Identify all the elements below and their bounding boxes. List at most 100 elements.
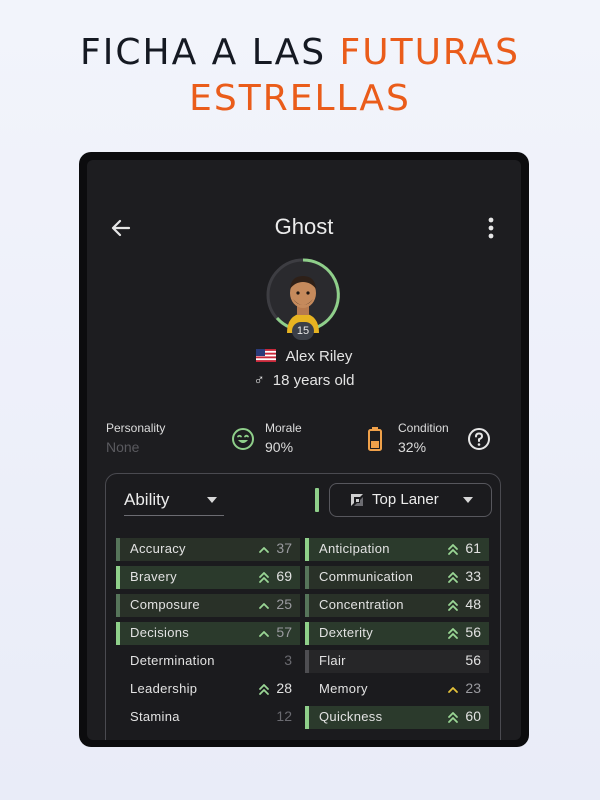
attribute-highlight-bar bbox=[116, 706, 120, 729]
us-flag-icon bbox=[255, 349, 276, 362]
avatar[interactable]: 15 bbox=[265, 257, 341, 340]
headline-text: FICHA A LAS bbox=[80, 32, 340, 73]
attribute-name: Decisions bbox=[130, 625, 190, 640]
player-age-row: ♂ 18 years old bbox=[87, 372, 521, 389]
attribute-row[interactable]: Anticipation 61 bbox=[305, 538, 489, 561]
attribute-name: Concentration bbox=[319, 597, 404, 612]
ability-dropdown[interactable]: Ability bbox=[124, 488, 224, 516]
attribute-value: 56 bbox=[465, 624, 481, 640]
attribute-name: Determination bbox=[130, 653, 215, 668]
role-dropdown[interactable]: Top Laner bbox=[329, 483, 492, 517]
help-circle-icon[interactable] bbox=[467, 427, 491, 451]
attribute-name: Memory bbox=[319, 681, 368, 696]
attribute-highlight-bar bbox=[305, 622, 309, 645]
attribute-highlight-bar bbox=[305, 538, 309, 561]
attribute-value: 33 bbox=[465, 568, 481, 584]
chevron-up-icon bbox=[259, 547, 269, 553]
headline-line-1: FICHA A LAS FUTURAS bbox=[0, 30, 600, 76]
attribute-row[interactable]: Dexterity 56 bbox=[305, 622, 489, 645]
condition-label: Condition bbox=[398, 421, 449, 435]
more-vert-icon[interactable] bbox=[481, 214, 501, 242]
double-chevron-up-icon bbox=[448, 600, 458, 611]
male-icon: ♂ bbox=[253, 372, 265, 389]
smile-icon bbox=[232, 428, 254, 450]
double-chevron-up-icon bbox=[259, 572, 269, 583]
attribute-name: Flair bbox=[319, 653, 346, 668]
attribute-value: 56 bbox=[465, 652, 481, 668]
attribute-value: 3 bbox=[284, 652, 292, 668]
attribute-row[interactable]: Composure 25 bbox=[116, 594, 300, 617]
player-name: Alex Riley bbox=[285, 348, 353, 365]
chevron-up-icon bbox=[259, 603, 269, 609]
attribute-highlight-bar bbox=[305, 706, 309, 729]
page-title: Ghost bbox=[274, 214, 334, 239]
level-badge: 15 bbox=[292, 322, 314, 340]
attribute-row[interactable]: Accuracy 37 bbox=[116, 538, 300, 561]
personality-label: Personality bbox=[106, 421, 166, 435]
attribute-value: 23 bbox=[465, 680, 481, 696]
attribute-name: Anticipation bbox=[319, 541, 390, 556]
attribute-highlight-bar bbox=[305, 650, 309, 673]
role-indicator bbox=[315, 488, 319, 512]
tablet-frame: Ghost 15 Alex Riley ♂ 18 years old Perso… bbox=[79, 152, 529, 747]
attribute-highlight-bar bbox=[305, 566, 309, 589]
attribute-highlight-bar bbox=[116, 594, 120, 617]
headline-accent: FUTURAS bbox=[339, 32, 520, 73]
promo-headline: FICHA A LAS FUTURAS ESTRELLAS bbox=[0, 30, 600, 122]
attribute-row[interactable]: Flair 56 bbox=[305, 650, 489, 673]
double-chevron-up-icon bbox=[448, 712, 458, 723]
attribute-name: Quickness bbox=[319, 709, 383, 724]
attribute-row[interactable]: Determination 3 bbox=[116, 650, 300, 673]
player-name-row: Alex Riley bbox=[87, 348, 521, 365]
attribute-name: Stamina bbox=[130, 709, 180, 724]
attribute-name: Communication bbox=[319, 569, 414, 584]
caret-down-icon bbox=[463, 497, 473, 503]
attribute-row[interactable]: Memory 23 bbox=[305, 678, 489, 701]
app-screen: Ghost 15 Alex Riley ♂ 18 years old Perso… bbox=[87, 160, 521, 740]
attribute-highlight-bar bbox=[116, 538, 120, 561]
top-lane-icon bbox=[351, 494, 363, 506]
attribute-highlight-bar bbox=[116, 678, 120, 701]
attribute-row[interactable]: Stamina 12 bbox=[116, 706, 300, 729]
attribute-value: 48 bbox=[465, 596, 481, 612]
attributes-panel: Ability Top Laner Accuracy 37 Bravery 69 Com… bbox=[105, 473, 501, 740]
attribute-name: Accuracy bbox=[130, 541, 186, 556]
ability-dropdown-label: Ability bbox=[124, 490, 170, 509]
player-age: 18 years old bbox=[272, 372, 355, 389]
personality-value: None bbox=[106, 439, 140, 455]
double-chevron-up-icon bbox=[448, 572, 458, 583]
attribute-row[interactable]: Decisions 57 bbox=[116, 622, 300, 645]
attribute-row[interactable]: Leadership 28 bbox=[116, 678, 300, 701]
morale-label: Morale bbox=[265, 421, 302, 435]
headline-line-2: ESTRELLAS bbox=[189, 78, 411, 119]
role-dropdown-label: Top Laner bbox=[372, 491, 439, 508]
attribute-highlight-bar bbox=[305, 594, 309, 617]
attribute-value: 69 bbox=[276, 568, 292, 584]
attribute-value: 60 bbox=[465, 708, 481, 724]
morale-value: 90% bbox=[265, 439, 294, 455]
attribute-name: Bravery bbox=[130, 569, 177, 584]
attribute-name: Composure bbox=[130, 597, 200, 612]
attribute-highlight-bar bbox=[305, 678, 309, 701]
attribute-value: 57 bbox=[276, 624, 292, 640]
attribute-value: 37 bbox=[276, 540, 292, 556]
chevron-up-icon bbox=[448, 687, 458, 693]
attribute-value: 12 bbox=[276, 708, 292, 724]
attribute-value: 25 bbox=[276, 596, 292, 612]
attribute-row[interactable]: Concentration 48 bbox=[305, 594, 489, 617]
attribute-name: Dexterity bbox=[319, 625, 373, 640]
battery-icon bbox=[368, 427, 382, 451]
attribute-value: 61 bbox=[465, 540, 481, 556]
attribute-row[interactable]: Quickness 60 bbox=[305, 706, 489, 729]
attribute-row[interactable]: Bravery 69 bbox=[116, 566, 300, 589]
attribute-highlight-bar bbox=[116, 566, 120, 589]
condition-value: 32% bbox=[398, 439, 427, 455]
chevron-up-icon bbox=[259, 631, 269, 637]
caret-down-icon bbox=[207, 497, 217, 503]
double-chevron-up-icon bbox=[448, 628, 458, 639]
double-chevron-up-icon bbox=[259, 684, 269, 695]
double-chevron-up-icon bbox=[448, 544, 458, 555]
top-bar: Ghost bbox=[87, 208, 521, 248]
attribute-row[interactable]: Communication 33 bbox=[305, 566, 489, 589]
attribute-highlight-bar bbox=[116, 622, 120, 645]
